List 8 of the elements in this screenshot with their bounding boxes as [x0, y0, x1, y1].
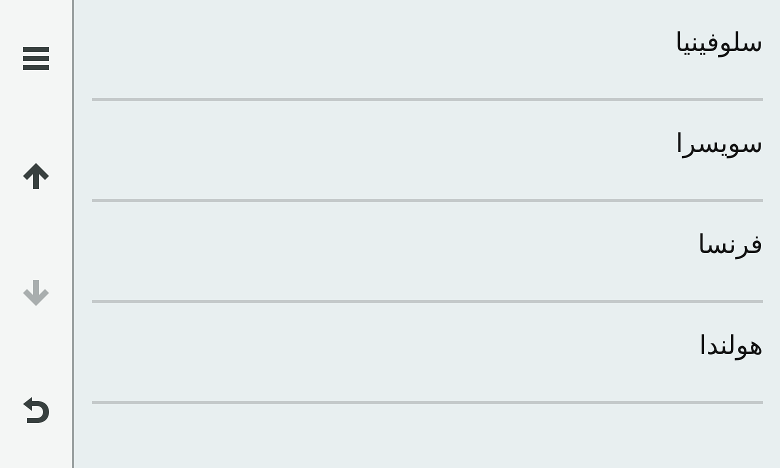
list-item[interactable]: سويسرا	[676, 129, 763, 159]
list-item[interactable]: هولندا	[699, 331, 763, 361]
down-arrow-icon	[23, 280, 49, 306]
up-arrow-icon	[23, 162, 49, 188]
menu-icon	[23, 47, 49, 70]
back-icon	[23, 396, 49, 422]
list-item[interactable]: فرنسا	[698, 230, 763, 260]
list-item[interactable]: سلوفينيا	[675, 28, 763, 58]
